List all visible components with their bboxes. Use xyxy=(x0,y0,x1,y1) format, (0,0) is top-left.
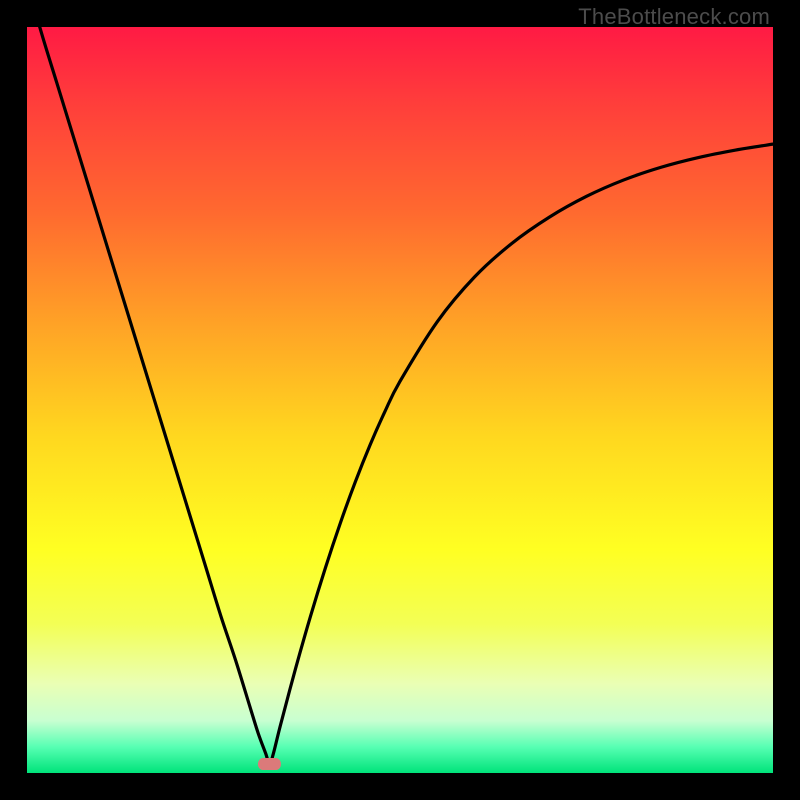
chart-frame xyxy=(27,27,773,773)
gradient-background xyxy=(27,27,773,773)
minimum-marker xyxy=(258,759,280,770)
watermark-text: TheBottleneck.com xyxy=(578,4,770,30)
chart-svg xyxy=(27,27,773,773)
